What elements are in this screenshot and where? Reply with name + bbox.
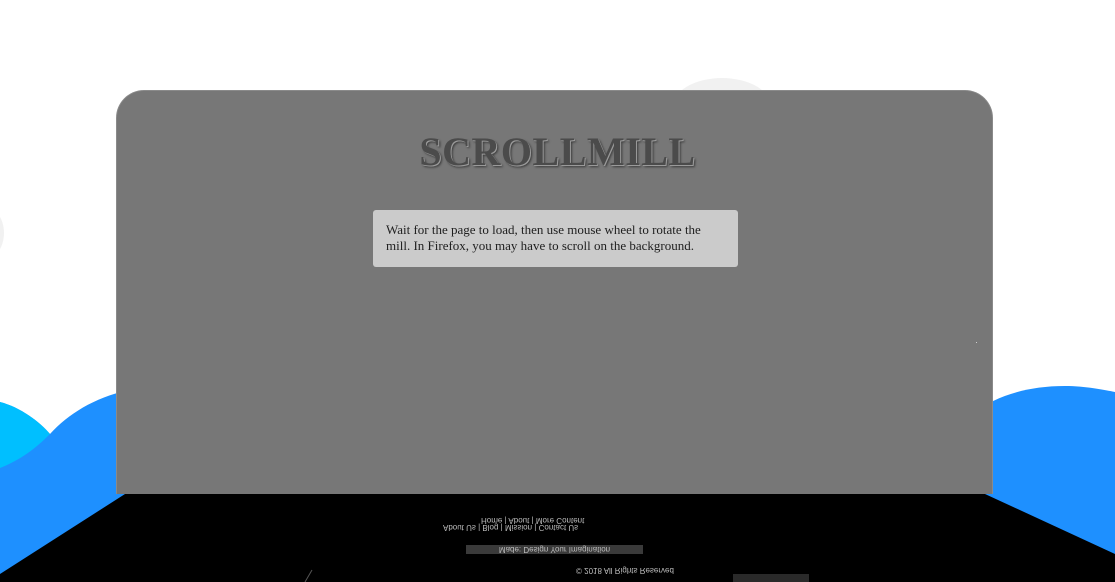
mill-floor[interactable]	[0, 494, 1115, 582]
instructions-box: Wait for the page to load, then use mous…	[373, 210, 738, 267]
page-title: SCROLLMILL	[419, 129, 696, 174]
floor-reflection-line3: © 2018 All Rights Reserved	[576, 566, 674, 575]
speck	[976, 342, 977, 343]
instructions-text: Wait for the page to load, then use mous…	[386, 222, 701, 253]
background-circle-left	[0, 205, 4, 261]
floor-reflection-bar: Made: Design Your Imagination	[466, 545, 643, 554]
floor-reflection-line2: About Us | Blog | Mission | Contact Us	[443, 523, 579, 532]
